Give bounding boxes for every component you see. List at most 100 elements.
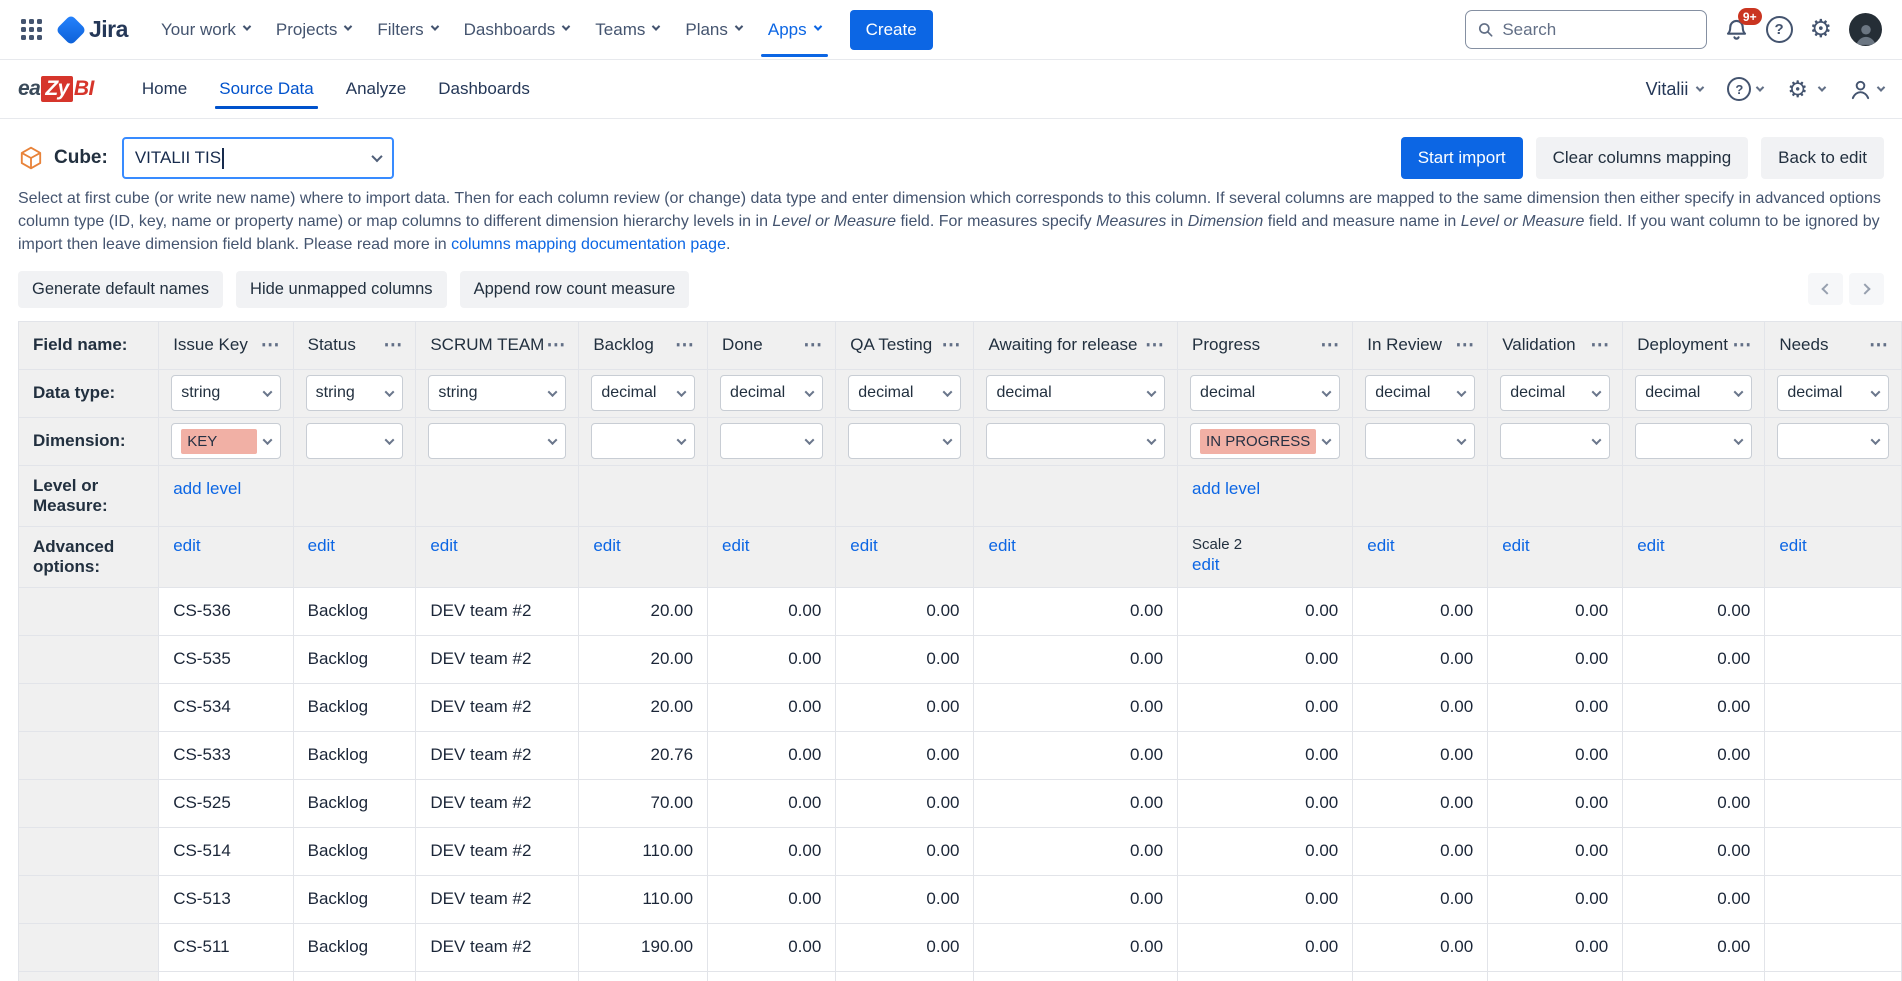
search-input[interactable] (1502, 20, 1694, 40)
hide-unmapped-columns-button[interactable]: Hide unmapped columns (236, 271, 447, 308)
dimension-select-status[interactable] (306, 423, 404, 459)
user-menu[interactable]: Vitalii (1646, 79, 1704, 100)
dimension-select-done[interactable] (720, 423, 823, 459)
data-type-select-validation[interactable]: decimal (1500, 375, 1610, 411)
data-type-select-done[interactable]: decimal (720, 375, 823, 411)
cell (1765, 683, 1902, 731)
data-type-select-backlog[interactable]: decimal (591, 375, 695, 411)
tab-analyze[interactable]: Analyze (330, 60, 422, 118)
generate-default-names-button[interactable]: Generate default names (18, 271, 223, 308)
edit-link-progress[interactable]: edit (1192, 555, 1219, 574)
clear-columns-mapping-button[interactable]: Clear columns mapping (1536, 137, 1749, 179)
user-avatar[interactable] (1849, 13, 1882, 46)
jira-nav-apps[interactable]: Apps (755, 10, 834, 50)
edit-link-status[interactable]: edit (308, 536, 335, 555)
app-switcher-icon[interactable] (14, 13, 48, 47)
data-type-select-status[interactable]: string (306, 375, 404, 411)
edit-link-done[interactable]: edit (722, 536, 749, 555)
column-header-qa-testing: QA Testing⋯ (836, 321, 974, 369)
edit-link-in-review[interactable]: edit (1367, 536, 1394, 555)
settings-gear-icon[interactable]: ⚙ (1810, 17, 1832, 42)
dimension-select-needs[interactable] (1777, 423, 1889, 459)
data-type-select-awaiting-for-release[interactable]: decimal (986, 375, 1165, 411)
jira-logo[interactable]: Jira (60, 16, 128, 43)
edit-link-backlog[interactable]: edit (593, 536, 620, 555)
eazybi-settings-menu[interactable]: ⚙ (1787, 78, 1825, 101)
edit-link-qa-testing[interactable]: edit (850, 536, 877, 555)
column-menu-icon[interactable]: ⋯ (1730, 334, 1754, 357)
add-level-link-progress[interactable]: add level (1192, 479, 1260, 498)
cell: 0.00 (1488, 923, 1623, 971)
tab-source-data[interactable]: Source Data (203, 60, 330, 118)
help-icon[interactable]: ? (1766, 16, 1793, 43)
dimension-select-progress[interactable]: IN PROGRESS (1190, 423, 1340, 459)
dimension-select-backlog[interactable] (591, 423, 695, 459)
eazybi-help-menu[interactable]: ? (1727, 77, 1763, 101)
cell: 0.00 (1178, 971, 1353, 981)
column-menu-icon[interactable]: ⋯ (1867, 334, 1891, 357)
cell: 0.00 (836, 635, 974, 683)
append-row-count-measure-button[interactable]: Append row count measure (460, 271, 690, 308)
data-type-select-deployment[interactable]: decimal (1635, 375, 1752, 411)
column-menu-icon[interactable]: ⋯ (1143, 334, 1167, 357)
pager-prev-button[interactable] (1808, 273, 1843, 305)
column-menu-icon[interactable]: ⋯ (939, 334, 963, 357)
cell: 0.00 (708, 827, 836, 875)
data-type-select-issue-key[interactable]: string (171, 375, 280, 411)
column-header-in-review: In Review⋯ (1353, 321, 1488, 369)
column-menu-icon[interactable]: ⋯ (1588, 334, 1612, 357)
cell: 0.00 (836, 923, 974, 971)
data-type-select-in-review[interactable]: decimal (1365, 375, 1475, 411)
start-import-button[interactable]: Start import (1401, 137, 1523, 179)
pager-next-button[interactable] (1849, 273, 1884, 305)
column-menu-icon[interactable]: ⋯ (381, 334, 405, 357)
data-type-select-needs[interactable]: decimal (1777, 375, 1889, 411)
jira-nav-dashboards[interactable]: Dashboards (451, 10, 583, 50)
jira-nav-plans[interactable]: Plans (672, 10, 755, 50)
search-box[interactable] (1465, 10, 1707, 49)
jira-nav-filters[interactable]: Filters (364, 10, 450, 50)
create-button[interactable]: Create (850, 10, 933, 50)
edit-link-deployment[interactable]: edit (1637, 536, 1664, 555)
column-menu-icon[interactable]: ⋯ (1453, 334, 1477, 357)
chevron-down-icon (385, 387, 395, 397)
column-menu-icon[interactable]: ⋯ (259, 334, 283, 357)
back-to-edit-button[interactable]: Back to edit (1761, 137, 1884, 179)
select-value: decimal (1200, 384, 1323, 402)
edit-link-awaiting-for-release[interactable]: edit (988, 536, 1015, 555)
dimension-select-awaiting-for-release[interactable] (986, 423, 1165, 459)
edit-link-validation[interactable]: edit (1502, 536, 1529, 555)
edit-link-needs[interactable]: edit (1779, 536, 1806, 555)
jira-nav-your-work[interactable]: Your work (148, 10, 263, 50)
column-menu-icon[interactable]: ⋯ (1318, 334, 1342, 357)
cell: 0.00 (1353, 971, 1488, 981)
data-type-select-qa-testing[interactable]: decimal (848, 375, 961, 411)
dimension-select-in-review[interactable] (1365, 423, 1475, 459)
column-menu-icon[interactable]: ⋯ (544, 334, 568, 357)
chevron-down-icon (813, 22, 821, 30)
eazybi-account-menu[interactable] (1849, 78, 1884, 101)
dimension-select-deployment[interactable] (1635, 423, 1752, 459)
data-type-select-progress[interactable]: decimal (1190, 375, 1340, 411)
column-menu-icon[interactable]: ⋯ (801, 334, 825, 357)
tab-home[interactable]: Home (126, 60, 203, 118)
cell: DEV team #2 (416, 779, 579, 827)
notifications-bell-icon[interactable]: 9+ (1724, 17, 1749, 42)
jira-nav-projects[interactable]: Projects (263, 10, 364, 50)
description-text: field. For measures specify (896, 213, 1096, 230)
dimension-select-issue-key[interactable]: KEY (171, 423, 280, 459)
column-menu-icon[interactable]: ⋯ (673, 334, 697, 357)
data-type-select-scrum-team[interactable]: string (428, 375, 566, 411)
select-value: decimal (1375, 384, 1458, 402)
documentation-link[interactable]: columns mapping documentation page (451, 236, 726, 253)
edit-link-issue-key[interactable]: edit (173, 536, 200, 555)
dimension-select-scrum-team[interactable] (428, 423, 566, 459)
dimension-select-validation[interactable] (1500, 423, 1610, 459)
add-level-link-issue-key[interactable]: add level (173, 479, 241, 498)
cube-name-input[interactable]: VITALII TIS (122, 137, 394, 179)
edit-link-scrum-team[interactable]: edit (430, 536, 457, 555)
eazybi-logo[interactable]: eaZyBI (18, 76, 94, 102)
dimension-select-qa-testing[interactable] (848, 423, 961, 459)
jira-nav-teams[interactable]: Teams (582, 10, 672, 50)
tab-dashboards[interactable]: Dashboards (422, 60, 546, 118)
